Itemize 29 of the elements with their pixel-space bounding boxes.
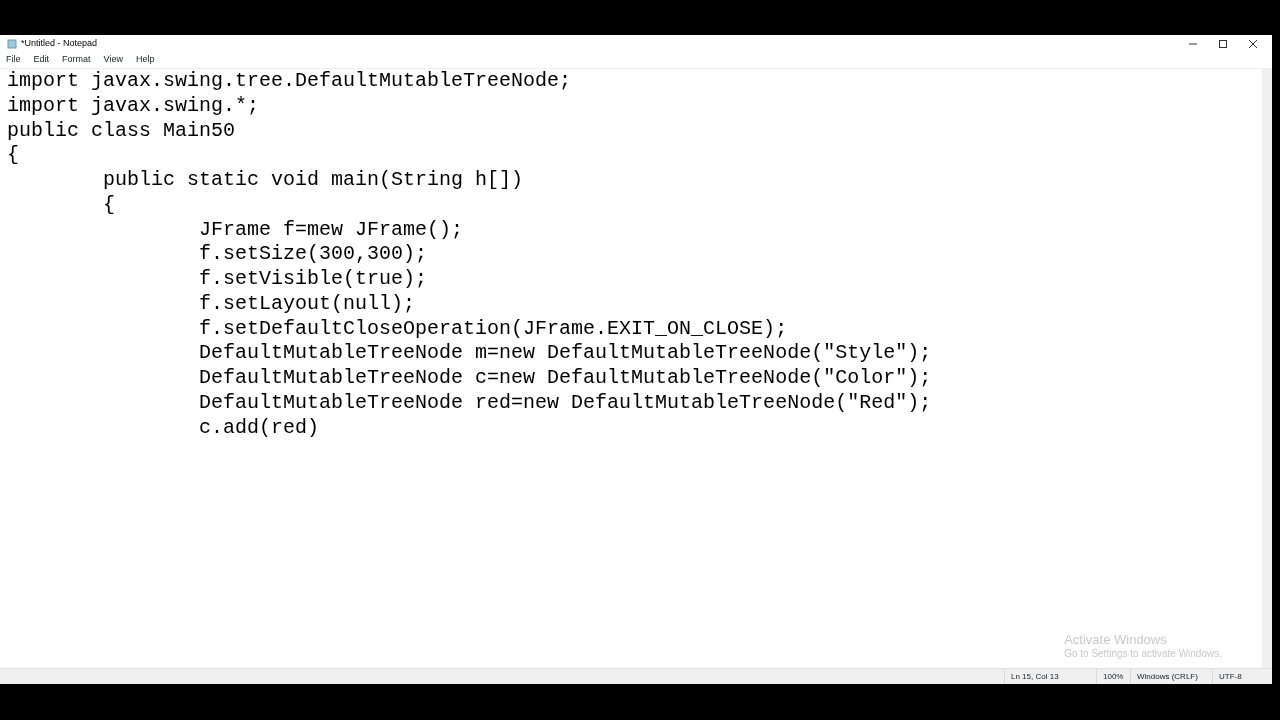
code-line: DefaultMutableTreeNode red=new DefaultMutableTreeNode("Red"); <box>198 390 932 416</box>
menu-item[interactable]: View <box>103 53 123 67</box>
scrollbar[interactable] <box>1262 69 1272 668</box>
code-line: f.setDefaultCloseOperation(JFrame.EXIT_ON_CLOSE); <box>198 316 788 342</box>
code-line: f.setLayout(null); <box>198 291 416 317</box>
window-title: *Untitled - Notepad <box>21 36 98 50</box>
code-line: DefaultMutableTreeNode c=new DefaultMutableTreeNode("Color"); <box>198 366 932 391</box>
code-line: import javax.swing.*; <box>7 93 260 119</box>
code-line: { <box>7 143 19 168</box>
code-line: public static void main(String h[]) <box>102 168 524 193</box>
status-text: Windows (CRLF) <box>1137 670 1198 683</box>
code-line: public class Main50 <box>7 118 236 144</box>
menu-item[interactable]: Help <box>135 53 155 67</box>
code-line: f.setSize(300,300); <box>198 242 428 267</box>
menu-item[interactable]: File <box>6 53 21 67</box>
code-line: c.add(red) <box>198 415 320 441</box>
status-text: Ln 15, Col 13 <box>1011 670 1059 683</box>
status-text: UTF-8 <box>1219 670 1242 683</box>
code-line: JFrame f=mew JFrame(); <box>198 217 464 243</box>
status-text: 100% <box>1103 670 1124 683</box>
code-line: f.setVisible(true); <box>198 267 428 292</box>
code-line: import javax.swing.tree.DefaultMutableTreeNode; <box>7 69 572 94</box>
notepad-icon <box>7 38 17 49</box>
menu-item[interactable]: Format <box>62 53 91 67</box>
close-icon <box>1248 38 1258 49</box>
maximize-icon <box>1218 38 1228 49</box>
code-line: DefaultMutableTreeNode m=new DefaultMutableTreeNode("Style"); <box>198 341 932 366</box>
code-line: { <box>102 192 116 218</box>
menu-item[interactable]: Edit <box>33 53 50 67</box>
